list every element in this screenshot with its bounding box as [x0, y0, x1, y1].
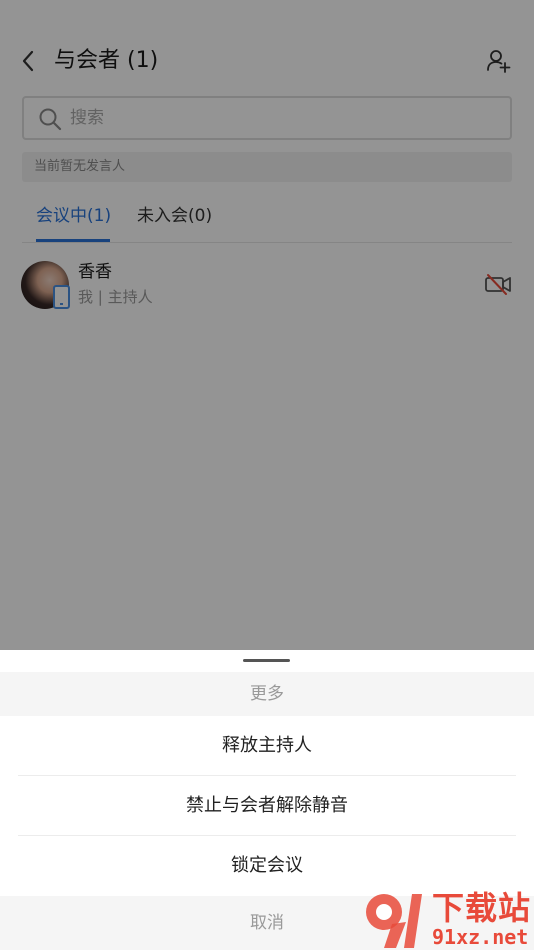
sheet-title: 更多	[0, 672, 534, 716]
disallow-unmute-button[interactable]: 禁止与会者解除静音	[18, 776, 516, 836]
lock-meeting-button[interactable]: 锁定会议	[18, 836, 516, 896]
site-watermark: 下载站 91xz.net	[362, 888, 534, 950]
modal-backdrop[interactable]	[0, 0, 534, 650]
watermark-text: 下载站	[432, 889, 532, 927]
release-host-button[interactable]: 释放主持人	[18, 716, 516, 776]
watermark-logo-icon	[366, 894, 422, 948]
watermark-url: 91xz.net	[432, 925, 529, 949]
drag-handle[interactable]	[243, 659, 290, 662]
